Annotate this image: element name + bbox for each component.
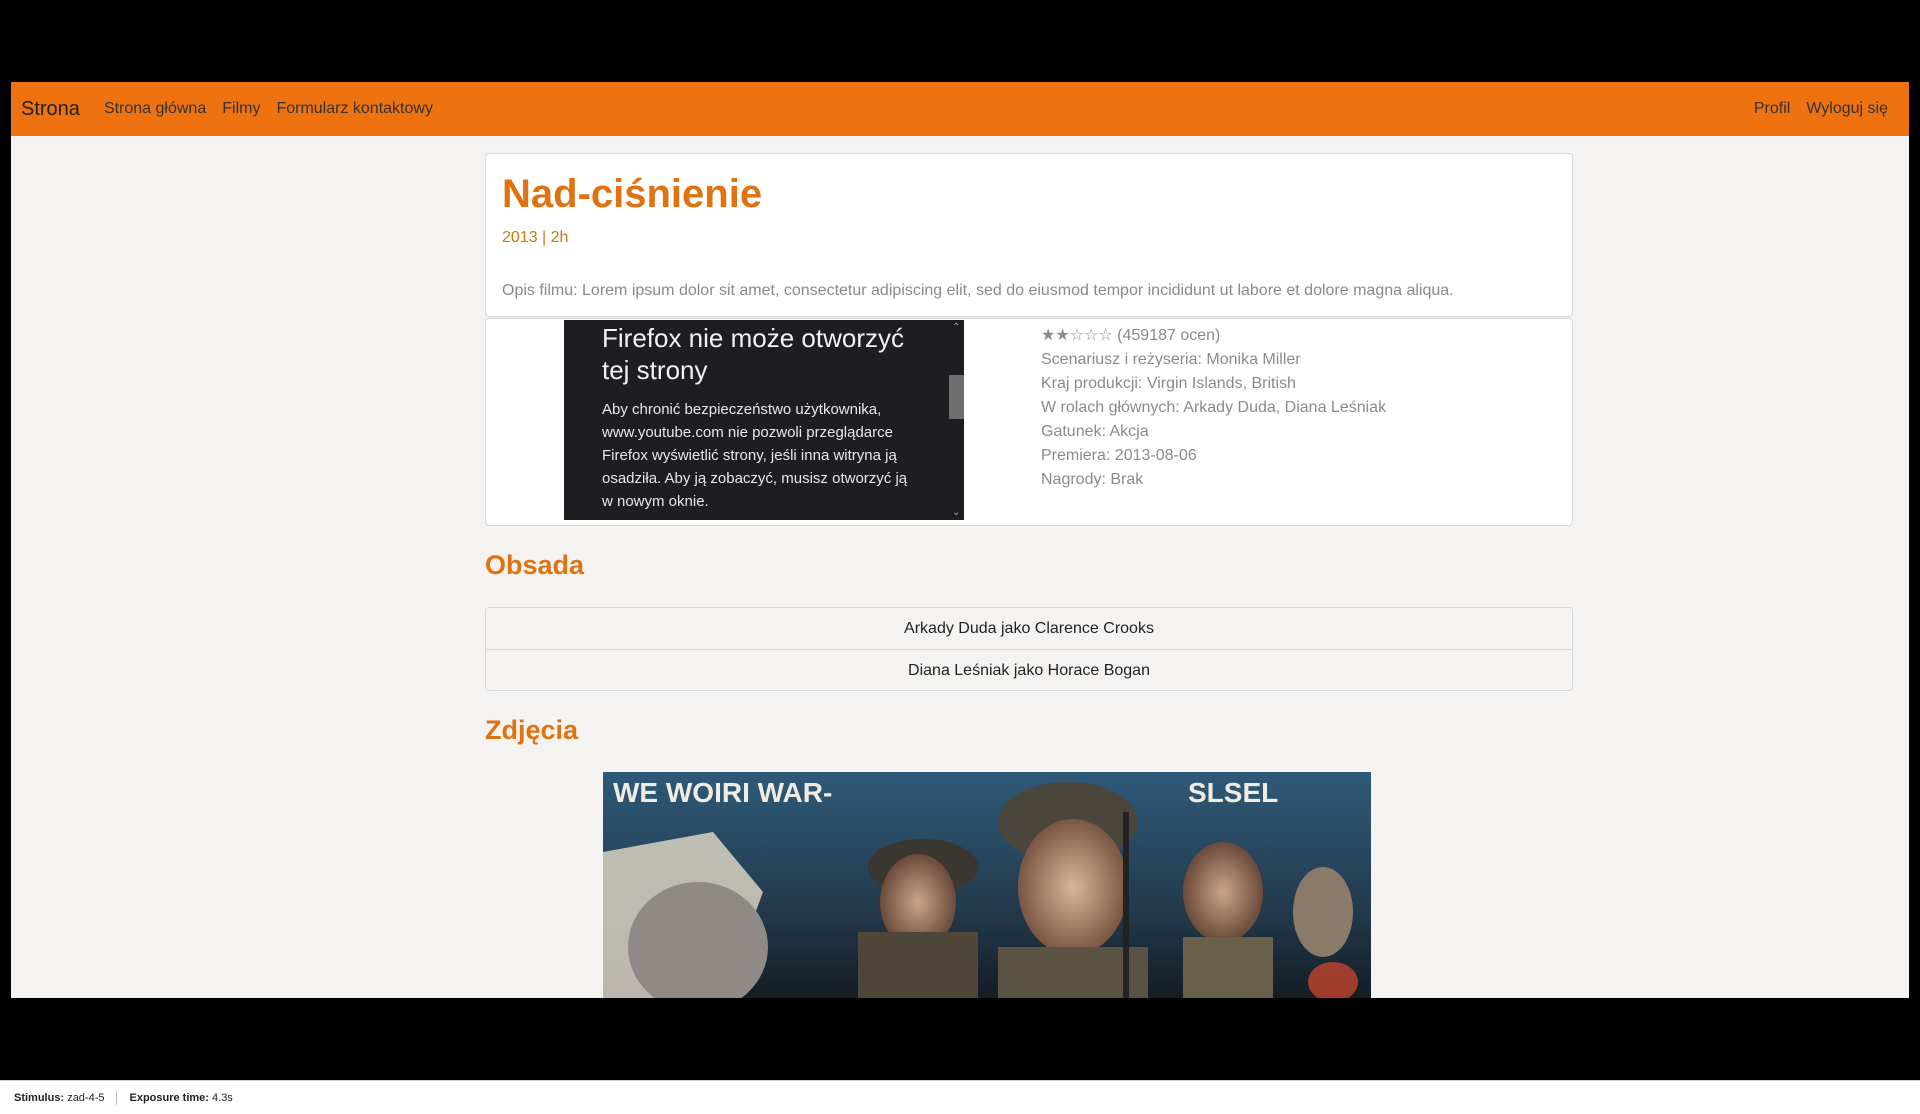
nav-link-home[interactable]: Strona główna xyxy=(104,100,206,118)
director: Scenariusz i reżyseria: Monika Miller xyxy=(1041,351,1301,368)
movie-meta: 2013 | 2h xyxy=(502,229,569,246)
list-item: Arkady Duda jako Clarence Crooks xyxy=(486,608,1572,649)
movie-photo: WE WOIRI WAR- SLSEL xyxy=(603,772,1371,998)
brand-link[interactable]: Strona xyxy=(21,98,80,121)
nav-right: Profil Wyloguj się xyxy=(1754,100,1909,118)
chevron-up-icon[interactable]: ⌃ xyxy=(952,322,960,333)
navbar: Strona Strona główna Filmy Formularz kon… xyxy=(11,82,1909,136)
embed-error-text: Aby chronić bezpieczeństwo użytkownika, … xyxy=(602,401,908,510)
nav-link-contact[interactable]: Formularz kontaktowy xyxy=(276,100,433,118)
exposure-label: Exposure time: xyxy=(129,1091,209,1104)
exposure-value: 4.3s xyxy=(212,1091,233,1104)
browser-viewport: Strona Strona główna Filmy Formularz kon… xyxy=(11,82,1909,998)
divider xyxy=(116,1090,118,1105)
main-cast: W rolach głównych: Arkady Duda, Diana Le… xyxy=(1041,399,1387,416)
cast-list: Arkady Duda jako Clarence Crooks Diana L… xyxy=(485,607,1573,691)
movie-info-card: Firefox nie może otworzyć tej strony Aby… xyxy=(485,318,1573,526)
chevron-down-icon[interactable]: ⌄ xyxy=(952,507,960,518)
photos-section-title: Zdjęcia xyxy=(485,715,579,745)
video-embed[interactable]: Firefox nie może otworzyć tej strony Aby… xyxy=(564,320,964,520)
scrollbar-thumb[interactable] xyxy=(949,375,964,419)
country: Kraj produkcji: Virgin Islands, British xyxy=(1041,375,1296,392)
cast-section-title: Obsada xyxy=(485,550,585,580)
war-poster-image: WE WOIRI WAR- SLSEL xyxy=(603,772,1371,998)
genre: Gatunek: Akcja xyxy=(1041,423,1149,440)
nav-link-logout[interactable]: Wyloguj się xyxy=(1806,100,1888,118)
embed-scrollbar[interactable]: ⌃ ⌄ xyxy=(948,320,964,520)
nav-link-movies[interactable]: Filmy xyxy=(222,100,260,118)
movie-title: Nad-ciśnienie xyxy=(502,172,763,216)
embed-error-heading: Firefox nie może otworzyć tej strony xyxy=(602,323,904,385)
movie-details: ★★☆☆☆ (459187 ocen) Scenariusz i reżyser… xyxy=(1041,324,1386,492)
rating: ★★☆☆☆ (459187 ocen) xyxy=(1041,327,1221,344)
awards: Nagrody: Brak xyxy=(1041,471,1144,488)
poster-text-left: WE WOIRI WAR- xyxy=(613,777,832,808)
stimulus-label: Stimulus: xyxy=(14,1091,65,1104)
poster-text-right: SLSEL xyxy=(1188,777,1278,808)
premiere: Premiera: 2013-08-06 xyxy=(1041,447,1197,464)
list-item: Diana Leśniak jako Horace Bogan xyxy=(486,649,1572,690)
nav-link-profile[interactable]: Profil xyxy=(1754,100,1790,118)
movie-header-card: Nad-ciśnienie 2013 | 2h Opis filmu: Lore… xyxy=(485,153,1573,317)
statusbar: Stimulus: zad-4-5 Exposure time: 4.3s xyxy=(0,1080,1920,1114)
movie-description: Opis filmu: Lorem ipsum dolor sit amet, … xyxy=(502,282,1454,299)
stimulus-value: zad-4-5 xyxy=(67,1091,105,1104)
